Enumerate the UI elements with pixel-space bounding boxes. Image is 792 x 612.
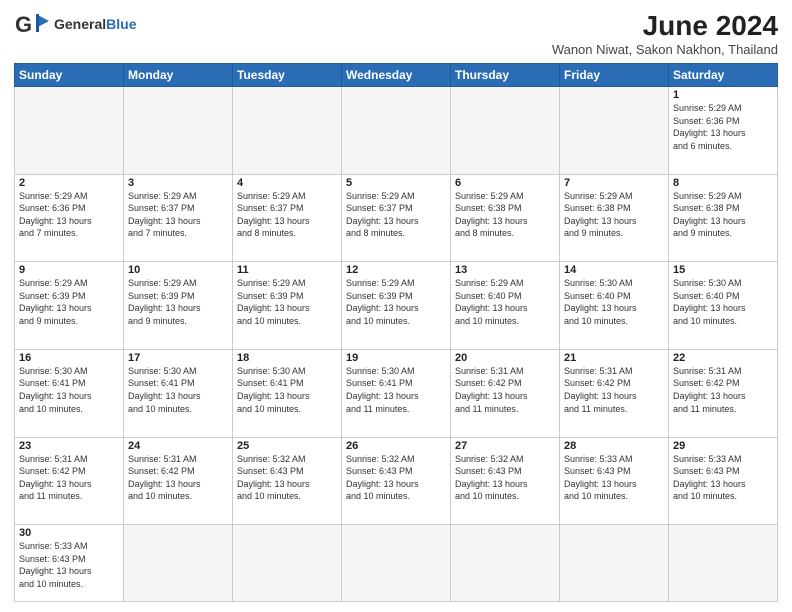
col-thursday: Thursday: [451, 64, 560, 87]
day-8: 8 Sunrise: 5:29 AMSunset: 6:38 PMDayligh…: [669, 174, 778, 262]
header: G GeneralBlue June 2024 Wanon Niwat, Sak…: [14, 10, 778, 57]
col-monday: Monday: [124, 64, 233, 87]
day-15: 15 Sunrise: 5:30 AMSunset: 6:40 PMDaylig…: [669, 262, 778, 350]
day-2: 2 Sunrise: 5:29 AMSunset: 6:36 PMDayligh…: [15, 174, 124, 262]
empty-cell: [342, 525, 451, 602]
empty-cell: [560, 525, 669, 602]
day-9: 9 Sunrise: 5:29 AMSunset: 6:39 PMDayligh…: [15, 262, 124, 350]
day-5: 5 Sunrise: 5:29 AMSunset: 6:37 PMDayligh…: [342, 174, 451, 262]
day-3: 3 Sunrise: 5:29 AMSunset: 6:37 PMDayligh…: [124, 174, 233, 262]
empty-cell: [15, 87, 124, 175]
day-27: 27 Sunrise: 5:32 AMSunset: 6:43 PMDaylig…: [451, 437, 560, 525]
calendar-table: Sunday Monday Tuesday Wednesday Thursday…: [14, 63, 778, 602]
calendar-row-4: 16 Sunrise: 5:30 AMSunset: 6:41 PMDaylig…: [15, 349, 778, 437]
day-1: 1 Sunrise: 5:29 AMSunset: 6:36 PMDayligh…: [669, 87, 778, 175]
day-14: 14 Sunrise: 5:30 AMSunset: 6:40 PMDaylig…: [560, 262, 669, 350]
day-12: 12 Sunrise: 5:29 AMSunset: 6:39 PMDaylig…: [342, 262, 451, 350]
col-saturday: Saturday: [669, 64, 778, 87]
location: Wanon Niwat, Sakon Nakhon, Thailand: [552, 42, 778, 57]
logo-blue: Blue: [106, 16, 136, 32]
logo: G GeneralBlue: [14, 10, 136, 40]
col-tuesday: Tuesday: [233, 64, 342, 87]
empty-cell: [342, 87, 451, 175]
title-block: June 2024 Wanon Niwat, Sakon Nakhon, Tha…: [552, 10, 778, 57]
empty-cell: [451, 525, 560, 602]
calendar-row-1: 1 Sunrise: 5:29 AMSunset: 6:36 PMDayligh…: [15, 87, 778, 175]
logo-text: GeneralBlue: [54, 17, 136, 32]
calendar-row-5: 23 Sunrise: 5:31 AMSunset: 6:42 PMDaylig…: [15, 437, 778, 525]
day-21: 21 Sunrise: 5:31 AMSunset: 6:42 PMDaylig…: [560, 349, 669, 437]
day-13: 13 Sunrise: 5:29 AMSunset: 6:40 PMDaylig…: [451, 262, 560, 350]
empty-cell: [669, 525, 778, 602]
col-wednesday: Wednesday: [342, 64, 451, 87]
day-11: 11 Sunrise: 5:29 AMSunset: 6:39 PMDaylig…: [233, 262, 342, 350]
day-22: 22 Sunrise: 5:31 AMSunset: 6:42 PMDaylig…: [669, 349, 778, 437]
logo-general: General: [54, 16, 106, 32]
calendar-row-6: 30 Sunrise: 5:33 AMSunset: 6:43 PMDaylig…: [15, 525, 778, 602]
day-24: 24 Sunrise: 5:31 AMSunset: 6:42 PMDaylig…: [124, 437, 233, 525]
day-26: 26 Sunrise: 5:32 AMSunset: 6:43 PMDaylig…: [342, 437, 451, 525]
day-17: 17 Sunrise: 5:30 AMSunset: 6:41 PMDaylig…: [124, 349, 233, 437]
day-7: 7 Sunrise: 5:29 AMSunset: 6:38 PMDayligh…: [560, 174, 669, 262]
month-year: June 2024: [552, 10, 778, 42]
empty-cell: [124, 87, 233, 175]
day-4: 4 Sunrise: 5:29 AMSunset: 6:37 PMDayligh…: [233, 174, 342, 262]
day-25: 25 Sunrise: 5:32 AMSunset: 6:43 PMDaylig…: [233, 437, 342, 525]
calendar-page: G GeneralBlue June 2024 Wanon Niwat, Sak…: [0, 0, 792, 612]
empty-cell: [233, 87, 342, 175]
empty-cell: [124, 525, 233, 602]
day-23: 23 Sunrise: 5:31 AMSunset: 6:42 PMDaylig…: [15, 437, 124, 525]
day-10: 10 Sunrise: 5:29 AMSunset: 6:39 PMDaylig…: [124, 262, 233, 350]
day-19: 19 Sunrise: 5:30 AMSunset: 6:41 PMDaylig…: [342, 349, 451, 437]
day-18: 18 Sunrise: 5:30 AMSunset: 6:41 PMDaylig…: [233, 349, 342, 437]
empty-cell: [560, 87, 669, 175]
day-16: 16 Sunrise: 5:30 AMSunset: 6:41 PMDaylig…: [15, 349, 124, 437]
day-30: 30 Sunrise: 5:33 AMSunset: 6:43 PMDaylig…: [15, 525, 124, 602]
col-friday: Friday: [560, 64, 669, 87]
calendar-row-2: 2 Sunrise: 5:29 AMSunset: 6:36 PMDayligh…: [15, 174, 778, 262]
day-6: 6 Sunrise: 5:29 AMSunset: 6:38 PMDayligh…: [451, 174, 560, 262]
col-sunday: Sunday: [15, 64, 124, 87]
day-29: 29 Sunrise: 5:33 AMSunset: 6:43 PMDaylig…: [669, 437, 778, 525]
day-28: 28 Sunrise: 5:33 AMSunset: 6:43 PMDaylig…: [560, 437, 669, 525]
calendar-row-3: 9 Sunrise: 5:29 AMSunset: 6:39 PMDayligh…: [15, 262, 778, 350]
svg-text:G: G: [15, 12, 32, 37]
logo-icon: G: [14, 10, 50, 40]
empty-cell: [233, 525, 342, 602]
day-20: 20 Sunrise: 5:31 AMSunset: 6:42 PMDaylig…: [451, 349, 560, 437]
calendar-header-row: Sunday Monday Tuesday Wednesday Thursday…: [15, 64, 778, 87]
empty-cell: [451, 87, 560, 175]
